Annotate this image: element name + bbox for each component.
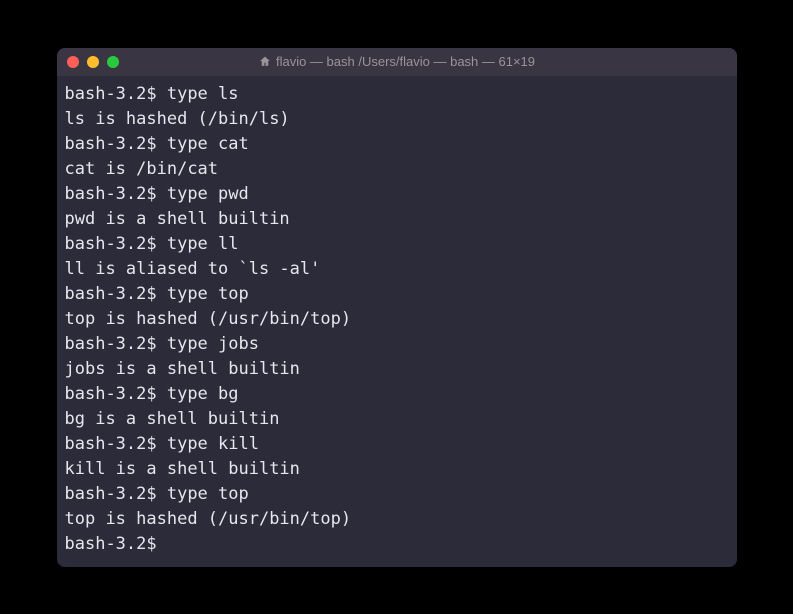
terminal-output-line: cat is /bin/cat	[65, 157, 729, 182]
maximize-icon[interactable]	[107, 56, 119, 68]
terminal-command-line: bash-3.2$ type kill	[65, 432, 729, 457]
terminal-body[interactable]: bash-3.2$ type lsls is hashed (/bin/ls)b…	[57, 76, 737, 567]
terminal-command-line: bash-3.2$ type bg	[65, 382, 729, 407]
terminal-command-line: bash-3.2$	[65, 532, 729, 557]
home-icon	[258, 55, 271, 68]
terminal-output-line: ll is aliased to `ls -al'	[65, 257, 729, 282]
terminal-command-line: bash-3.2$ type jobs	[65, 332, 729, 357]
terminal-output-line: top is hashed (/usr/bin/top)	[65, 307, 729, 332]
terminal-output-line: top is hashed (/usr/bin/top)	[65, 507, 729, 532]
terminal-command-line: bash-3.2$ type top	[65, 482, 729, 507]
terminal-command-line: bash-3.2$ type ls	[65, 82, 729, 107]
terminal-command-line: bash-3.2$ type ll	[65, 232, 729, 257]
minimize-icon[interactable]	[87, 56, 99, 68]
terminal-output-line: jobs is a shell builtin	[65, 357, 729, 382]
terminal-command-line: bash-3.2$ type top	[65, 282, 729, 307]
terminal-output-line: bg is a shell builtin	[65, 407, 729, 432]
titlebar[interactable]: flavio — bash /Users/flavio — bash — 61×…	[57, 48, 737, 76]
terminal-output-line: pwd is a shell builtin	[65, 207, 729, 232]
terminal-output-line: ls is hashed (/bin/ls)	[65, 107, 729, 132]
window-title: flavio — bash /Users/flavio — bash — 61×…	[258, 54, 535, 69]
terminal-window: flavio — bash /Users/flavio — bash — 61×…	[57, 48, 737, 567]
traffic-lights	[67, 56, 119, 68]
window-title-text: flavio — bash /Users/flavio — bash — 61×…	[276, 54, 535, 69]
terminal-command-line: bash-3.2$ type cat	[65, 132, 729, 157]
close-icon[interactable]	[67, 56, 79, 68]
terminal-output-line: kill is a shell builtin	[65, 457, 729, 482]
terminal-command-line: bash-3.2$ type pwd	[65, 182, 729, 207]
